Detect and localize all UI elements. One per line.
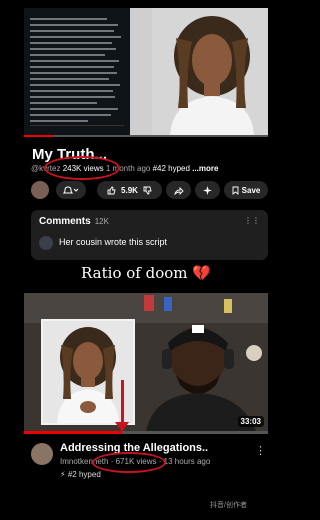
bottom-hype-badge[interactable]: ⚡ #2 hyped (60, 470, 101, 479)
annotation-circle-views-bottom (92, 452, 166, 473)
hype-icon: ⚡ (60, 470, 66, 479)
like-dislike-group[interactable]: 5.9K (97, 181, 162, 199)
save-label: Save (241, 185, 261, 195)
share-icon (173, 186, 184, 195)
comments-count: 12K (94, 217, 109, 226)
bottom-hype-rank: #2 hyped (67, 470, 101, 479)
sparkle-icon (203, 185, 212, 195)
hype-rank[interactable]: #42 hyped (153, 164, 190, 173)
screenshot-text-image (24, 8, 130, 136)
caption-text: Ratio of doom (81, 264, 188, 282)
expand-comments-icon[interactable]: ⋮⋮ (244, 216, 260, 225)
bottom-channel-avatar[interactable] (31, 443, 53, 465)
share-button[interactable] (166, 181, 191, 199)
man-with-headphones (146, 325, 256, 431)
watermark: 抖音/创作者 (210, 502, 247, 509)
top-progress-fill (24, 135, 54, 137)
comments-heading: Comments 12K (39, 216, 109, 227)
broken-heart-emoji: 💔 (192, 264, 211, 282)
thumbs-up-icon (107, 186, 116, 194)
screenshot-toolbar (30, 125, 124, 132)
like-count: 5.9K (121, 185, 138, 195)
thumbs-down-icon[interactable] (143, 186, 152, 195)
more-options-icon[interactable]: ⋮ (255, 444, 266, 457)
overlay-caption: Ratio of doom 💔 (0, 264, 292, 282)
channel-avatar[interactable] (31, 181, 49, 199)
bottom-video-thumbnail[interactable]: 33:03 (24, 293, 268, 431)
top-video-player[interactable] (24, 8, 268, 136)
bottom-progress-fill (24, 431, 122, 434)
annotation-circle-views-top (44, 156, 120, 180)
woman-video-frame (152, 8, 268, 136)
save-button[interactable]: Save (224, 181, 268, 199)
remix-button[interactable] (195, 181, 220, 199)
bell-icon (63, 186, 79, 194)
bookmark-icon (232, 186, 239, 195)
comments-label: Comments (39, 216, 91, 227)
bottom-upload-age: 13 hours ago (163, 457, 211, 466)
comments-card[interactable]: Comments 12K ⋮⋮ Her cousin wrote this scr… (31, 210, 268, 260)
top-comment-text: Her cousin wrote this script (59, 237, 168, 247)
screenshot-text-lines (30, 18, 126, 126)
more-link[interactable]: ...more (192, 164, 218, 173)
video-duration-badge: 33:03 (237, 416, 264, 427)
subscribe-bell-button[interactable] (56, 181, 86, 199)
top-progress-track[interactable] (24, 135, 268, 137)
commenter-avatar (39, 236, 53, 250)
annotation-arrow-head (115, 422, 129, 432)
